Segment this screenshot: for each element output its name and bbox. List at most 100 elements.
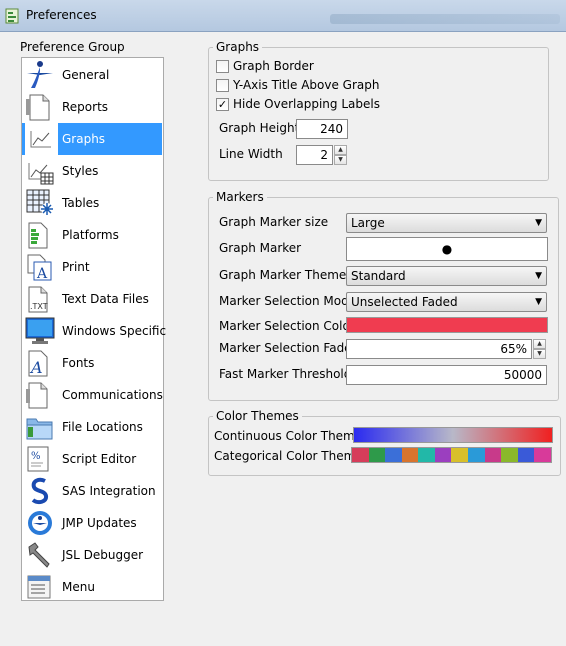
chevron-down-icon: ▼	[535, 297, 542, 307]
hide-overlapping-labels-label: Hide Overlapping Labels	[233, 97, 380, 111]
graphs-group-title: Graphs	[216, 40, 260, 54]
categorical-color-theme-label: Categorical Color Theme	[214, 449, 363, 463]
sidebar-item-jsl-debugger[interactable]: JSL Debugger	[22, 539, 163, 571]
chevron-down-icon: ▼	[535, 218, 542, 228]
marker-selection-mode-label: Marker Selection Mode	[219, 294, 357, 308]
spin-up-icon[interactable]: ▲	[533, 339, 546, 349]
sidebar-item-label: Styles	[62, 164, 99, 178]
sidebar-item-label: Fonts	[62, 356, 95, 370]
windows-specific-icon	[25, 317, 55, 344]
sidebar-item-fonts[interactable]: A Fonts	[22, 347, 163, 379]
graph-marker-size-value: Large	[351, 216, 385, 230]
text-data-files-icon: .TXT	[28, 286, 48, 313]
sidebar-item-reports[interactable]: Reports	[22, 91, 163, 123]
title-bar: Preferences	[0, 0, 566, 32]
categorical-color-chip	[368, 448, 386, 462]
window-title: Preferences	[26, 8, 97, 22]
line-width-spinner[interactable]: ▲ ▼	[334, 145, 347, 165]
sidebar-item-communications[interactable]: Communications	[22, 379, 163, 411]
marker-selection-mode-value: Unselected Faded	[351, 295, 458, 309]
marker-selection-fade-spinner[interactable]: ▲ ▼	[533, 339, 546, 359]
sidebar-item-label: Script Editor	[62, 452, 137, 466]
svg-text:A: A	[29, 358, 43, 377]
jsl-debugger-icon	[28, 542, 50, 568]
script-editor-icon: %	[27, 446, 49, 472]
categorical-color-chip	[385, 448, 402, 462]
sidebar-item-file-locations[interactable]: File Locations	[22, 411, 163, 443]
platforms-icon	[28, 222, 48, 249]
tables-icon	[26, 189, 53, 215]
marker-selection-fade-input[interactable]: 65%	[346, 339, 532, 359]
categorical-color-chip	[434, 448, 452, 462]
sidebar-item-text-data-files[interactable]: .TXT Text Data Files	[22, 283, 163, 315]
categorical-color-chip	[401, 448, 419, 462]
categorical-color-chip	[517, 448, 535, 462]
sidebar-item-script-editor[interactable]: % Script Editor	[22, 443, 163, 475]
markers-group-title: Markers	[216, 190, 264, 204]
sas-integration-icon	[31, 477, 49, 505]
y-axis-title-above-graph-label: Y-Axis Title Above Graph	[233, 78, 380, 92]
continuous-color-theme-swatch[interactable]	[353, 427, 553, 443]
spin-down-icon[interactable]: ▼	[533, 349, 546, 359]
sidebar-item-menu[interactable]: Menu	[22, 571, 163, 603]
spin-up-icon[interactable]: ▲	[334, 145, 347, 155]
reports-icon	[26, 94, 50, 121]
preference-group-label: Preference Group	[20, 40, 125, 54]
sidebar-item-label: Graphs	[62, 132, 106, 146]
sidebar-item-label: Communications	[62, 388, 163, 402]
svg-text:.TXT: .TXT	[30, 302, 48, 311]
fonts-icon: A	[28, 350, 48, 377]
marker-dot-icon: ●	[441, 242, 453, 256]
sidebar-item-styles[interactable]: Styles	[22, 155, 163, 187]
continuous-color-theme-label: Continuous Color Theme	[214, 429, 363, 443]
graph-border-checkbox[interactable]	[216, 60, 229, 73]
sidebar-item-label: JMP Updates	[62, 516, 137, 530]
preferences-app-icon	[5, 8, 19, 24]
styles-icon	[28, 163, 54, 185]
graph-marker-picker[interactable]: ●	[346, 237, 548, 261]
sidebar-item-label: Platforms	[62, 228, 119, 242]
sidebar-item-platforms[interactable]: Platforms	[22, 219, 163, 251]
graph-marker-theme-value: Standard	[351, 269, 406, 283]
sidebar-item-label: Tables	[62, 196, 100, 210]
graph-marker-size-dropdown[interactable]: Large ▼	[346, 213, 547, 233]
graph-border-label: Graph Border	[233, 59, 314, 73]
graph-marker-size-label: Graph Marker size	[219, 215, 329, 229]
jmp-updates-icon	[28, 511, 52, 535]
categorical-color-chip	[534, 448, 551, 462]
preference-group-list[interactable]: General Reports Graphs Styles Tables Pla…	[21, 57, 167, 603]
sidebar-item-graphs[interactable]: Graphs	[22, 123, 162, 155]
y-axis-title-above-graph-checkbox[interactable]	[216, 79, 229, 92]
svg-text:%: %	[31, 451, 41, 462]
graphs-icon	[25, 123, 58, 155]
svg-text:A: A	[36, 266, 48, 281]
categorical-color-theme-swatch[interactable]	[351, 447, 552, 463]
graph-height-label: Graph Height	[219, 121, 300, 135]
marker-selection-color-swatch[interactable]	[346, 317, 548, 333]
chevron-down-icon: ▼	[535, 271, 542, 281]
sidebar-item-sas-integration[interactable]: SAS Integration	[22, 475, 163, 507]
print-icon: A	[27, 254, 52, 281]
graph-height-input[interactable]: 240	[296, 119, 348, 139]
hide-overlapping-labels-checkbox[interactable]: ✓	[216, 98, 229, 111]
sidebar-item-label: General	[62, 68, 110, 82]
sidebar-item-label: Print	[62, 260, 90, 274]
categorical-color-chip	[468, 448, 485, 462]
sidebar-item-label: Windows Specific	[62, 324, 167, 338]
sidebar-item-label: JSL Debugger	[62, 548, 144, 562]
graph-marker-theme-dropdown[interactable]: Standard ▼	[346, 266, 547, 286]
fast-marker-threshold-input[interactable]: 50000	[346, 365, 547, 385]
categorical-color-chip	[501, 448, 518, 462]
line-width-input[interactable]: 2	[296, 145, 333, 165]
sidebar-item-tables[interactable]: Tables	[22, 187, 163, 219]
sidebar-item-windows-specific[interactable]: Windows Specific	[22, 315, 167, 347]
sidebar-item-label: Text Data Files	[62, 292, 149, 306]
sidebar-item-general[interactable]: General	[22, 59, 163, 91]
marker-selection-mode-dropdown[interactable]: Unselected Faded ▼	[346, 292, 547, 312]
background-window-blur	[330, 14, 560, 24]
categorical-color-chip	[418, 448, 435, 462]
spin-down-icon[interactable]: ▼	[334, 155, 347, 165]
sidebar-item-jmp-updates[interactable]: JMP Updates	[22, 507, 163, 539]
categorical-color-chip	[451, 448, 469, 462]
sidebar-item-print[interactable]: A Print	[22, 251, 163, 283]
